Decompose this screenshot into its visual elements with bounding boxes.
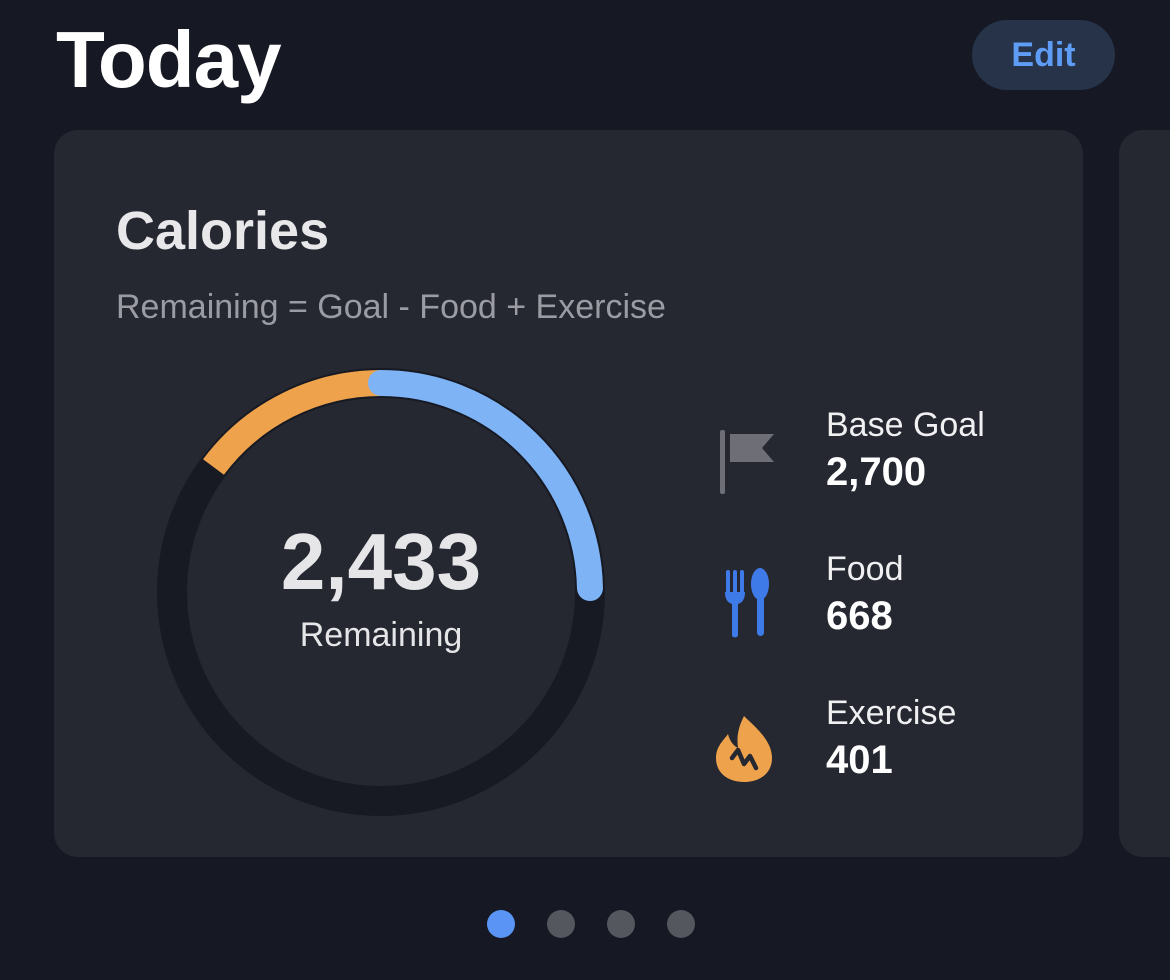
page-dot[interactable] (607, 910, 635, 938)
stat-value: 401 (826, 738, 893, 782)
stat-label: Food (826, 550, 904, 588)
page-indicator[interactable] (0, 910, 1170, 940)
stat-label: Exercise (826, 694, 957, 732)
stat-base-goal: Base Goal 2,700 (704, 406, 1064, 516)
stat-value: 2,700 (826, 450, 927, 494)
page-dot[interactable] (547, 910, 575, 938)
page-title: Today (56, 15, 282, 104)
remaining-label: Remaining (299, 615, 463, 654)
stat-exercise: Exercise 401 (704, 694, 1064, 804)
flame-icon (716, 716, 772, 782)
flag-icon (720, 430, 774, 494)
remaining-value: 2,433 (280, 516, 482, 606)
edit-button[interactable]: Edit (972, 20, 1115, 90)
next-card-peek[interactable] (1119, 130, 1170, 857)
ring-center: 2,433 Remaining (156, 367, 606, 817)
fork-spoon-icon (725, 568, 769, 638)
stat-label: Base Goal (826, 406, 985, 444)
card-subtitle: Remaining = Goal - Food + Exercise (116, 288, 666, 326)
page-dot[interactable] (667, 910, 695, 938)
calories-card[interactable]: Calories Remaining = Goal - Food + Exerc… (54, 130, 1083, 857)
page-dot[interactable] (487, 910, 515, 938)
stat-value: 668 (826, 594, 893, 638)
stat-food: Food 668 (704, 550, 1064, 660)
card-title: Calories (116, 201, 330, 261)
